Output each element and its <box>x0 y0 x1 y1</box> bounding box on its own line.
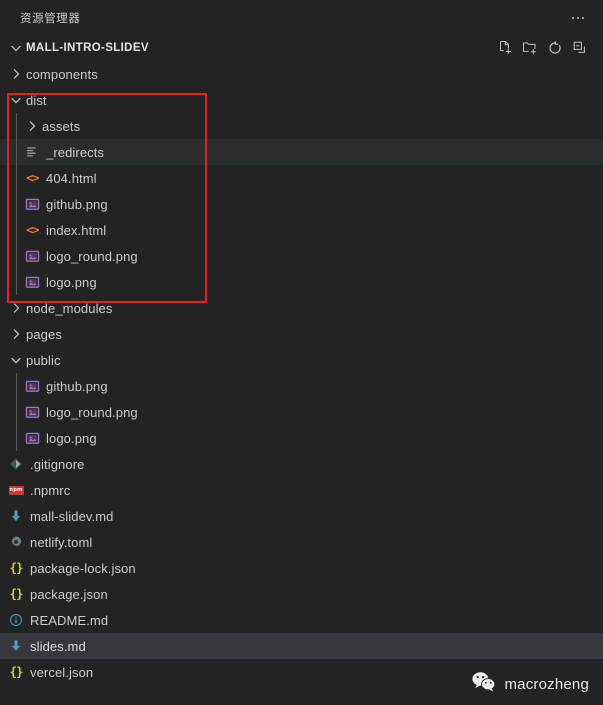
tree-file-row[interactable]: netlify.toml <box>0 529 603 555</box>
tree-folder-row[interactable]: node_modules <box>0 295 603 321</box>
tree-item-label: public <box>26 352 61 368</box>
tree-item-label: mall-slidev.md <box>30 508 114 524</box>
tree-item-label: package-lock.json <box>30 560 136 576</box>
panel-title: 资源管理器 <box>20 10 81 25</box>
refresh-icon[interactable] <box>547 40 563 56</box>
indent-guide <box>16 373 17 451</box>
chevron-down-icon[interactable] <box>8 92 24 108</box>
tree-item-label: .npmrc <box>30 482 71 498</box>
image-file-icon <box>24 430 40 446</box>
tree-item-label: netlify.toml <box>30 534 93 550</box>
image-file-icon <box>24 196 40 212</box>
json-file-icon: {} <box>9 663 23 679</box>
json-file-icon: {} <box>9 585 23 601</box>
tree-item-label: node_modules <box>26 300 113 316</box>
ellipsis-dot <box>577 16 579 19</box>
tree-folder-row[interactable]: assets <box>0 113 603 139</box>
root-folder-row[interactable]: MALL-INTRO-SLIDEV <box>0 35 603 61</box>
tree-file-row[interactable]: README.md <box>0 607 603 633</box>
tree-item-label: .gitignore <box>30 456 85 472</box>
tree-item-label: _redirects <box>46 144 105 160</box>
tree-item-label: logo.png <box>46 430 97 446</box>
tree-file-row[interactable]: <> index.html <box>0 217 603 243</box>
config-file-icon <box>24 144 40 160</box>
tree-item-label: assets <box>42 118 81 134</box>
tree-item-label: components <box>26 66 98 82</box>
tree-folder-row[interactable]: pages <box>0 321 603 347</box>
chevron-right-icon[interactable] <box>8 326 24 342</box>
file-tree: components dist assets _redirects <> 404.html… <box>0 61 603 685</box>
tree-folder-row[interactable]: components <box>0 61 603 87</box>
tree-file-row[interactable]: {} package-lock.json <box>0 555 603 581</box>
html-file-icon: <> <box>25 169 40 185</box>
image-file-icon <box>24 248 40 264</box>
explorer-actions <box>497 40 595 56</box>
explorer-header: 资源管理器 <box>0 0 603 35</box>
wechat-icon <box>472 671 496 697</box>
html-file-icon: <> <box>25 221 40 237</box>
tree-file-row[interactable]: github.png <box>0 191 603 217</box>
tree-file-row[interactable]: _redirects <box>0 139 603 165</box>
tree-file-row[interactable]: github.png <box>0 373 603 399</box>
chevron-down-icon[interactable] <box>8 40 24 56</box>
tree-item-label: index.html <box>46 222 107 238</box>
tree-file-row[interactable]: logo.png <box>0 425 603 451</box>
indent-guide <box>16 113 17 295</box>
tree-item-label: slides.md <box>30 638 86 654</box>
collapse-all-icon[interactable] <box>572 40 588 56</box>
tree-file-row[interactable]: logo_round.png <box>0 243 603 269</box>
tree-file-row[interactable]: slides.md <box>0 633 603 659</box>
tree-file-row[interactable]: npm .npmrc <box>0 477 603 503</box>
tree-item-label: logo_round.png <box>46 248 138 264</box>
markdown-file-icon <box>8 638 24 654</box>
gear-file-icon <box>8 534 24 550</box>
tree-item-label: dist <box>26 92 47 108</box>
info-file-icon <box>8 612 24 628</box>
chevron-right-icon[interactable] <box>24 118 40 134</box>
tree-folder-row[interactable]: public <box>0 347 603 373</box>
new-folder-icon[interactable] <box>522 40 538 56</box>
image-file-icon <box>24 274 40 290</box>
ellipsis-dot <box>582 16 584 19</box>
chevron-right-icon[interactable] <box>8 300 24 316</box>
tree-folder-row[interactable]: dist <box>0 87 603 113</box>
npm-badge: npm <box>8 485 24 495</box>
tree-item-label: github.png <box>46 378 108 394</box>
npm-file-icon: npm <box>8 482 24 498</box>
ellipsis-dot <box>572 16 574 19</box>
chevron-right-icon[interactable] <box>8 66 24 82</box>
tree-item-label: vercel.json <box>30 664 94 680</box>
image-file-icon <box>24 404 40 420</box>
tree-item-label: logo.png <box>46 274 97 290</box>
tree-item-label: github.png <box>46 196 108 212</box>
json-file-icon: {} <box>9 559 23 575</box>
tree-file-row[interactable]: logo.png <box>0 269 603 295</box>
tree-item-label: README.md <box>30 612 109 628</box>
tree-item-label: package.json <box>30 586 108 602</box>
tree-file-row[interactable]: {} package.json <box>0 581 603 607</box>
markdown-file-icon <box>8 508 24 524</box>
chevron-down-icon[interactable] <box>8 352 24 368</box>
git-file-icon <box>8 456 24 472</box>
tree-file-row[interactable]: logo_round.png <box>0 399 603 425</box>
watermark-label: macrozheng <box>504 675 589 693</box>
tree-item-label: 404.html <box>46 170 97 186</box>
image-file-icon <box>24 378 40 394</box>
root-folder-label: MALL-INTRO-SLIDEV <box>26 42 149 54</box>
tree-file-row[interactable]: .gitignore <box>0 451 603 477</box>
tree-file-row[interactable]: <> 404.html <box>0 165 603 191</box>
explorer-panel: 资源管理器 MALL-INTRO-SLIDEV components dist … <box>0 0 603 705</box>
tree-file-row[interactable]: mall-slidev.md <box>0 503 603 529</box>
tree-item-label: logo_round.png <box>46 404 138 420</box>
ellipsis-icon[interactable] <box>567 7 589 29</box>
watermark: macrozheng <box>472 671 589 697</box>
new-file-icon[interactable] <box>497 40 513 56</box>
tree-item-label: pages <box>26 326 62 342</box>
